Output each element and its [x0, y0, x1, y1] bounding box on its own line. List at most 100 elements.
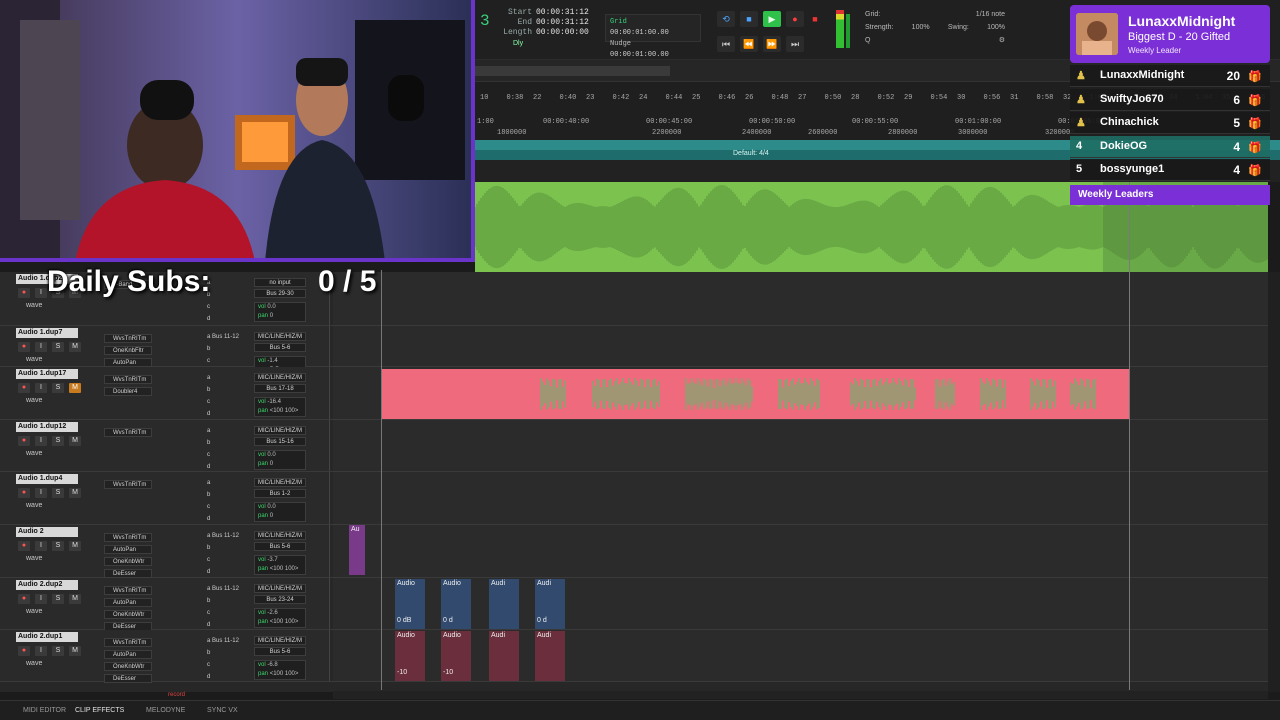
- send-slot[interactable]: a: [207, 586, 210, 592]
- track-name[interactable]: Audio 1.dup7: [16, 328, 78, 338]
- insert-slot[interactable]: AutoPan: [104, 358, 152, 367]
- strength-value[interactable]: 100%: [912, 21, 930, 34]
- bottom-tab[interactable]: SYNC VX: [207, 707, 238, 714]
- send-slot[interactable]: b: [207, 346, 210, 352]
- send-slot[interactable]: c: [207, 399, 210, 405]
- volume-pan-readout[interactable]: vol -6.8 pan <100 100>: [254, 660, 306, 680]
- track-name[interactable]: Audio 1.dup4: [16, 474, 78, 484]
- audio-clip[interactable]: Audio 0 dB: [395, 579, 425, 629]
- insert-slot[interactable]: AutoPan: [104, 650, 152, 659]
- record-arm-button[interactable]: ●: [18, 436, 30, 446]
- input-monitor-button[interactable]: I: [35, 383, 47, 393]
- output-selector[interactable]: Bus 23-24: [254, 595, 306, 604]
- audio-clip[interactable]: [381, 369, 1130, 419]
- send-slot[interactable]: c: [207, 504, 210, 510]
- grid-note-select[interactable]: 1/16 note: [976, 8, 1005, 21]
- send-bus[interactable]: Bus 11-12: [212, 638, 239, 644]
- insert-slot[interactable]: AutoPan: [104, 598, 152, 607]
- track-name[interactable]: Audio 1.dup12: [16, 422, 78, 432]
- insert-slot[interactable]: OneKnbWtr: [104, 610, 152, 619]
- send-slot[interactable]: d: [207, 316, 210, 322]
- track-lane[interactable]: Audio 0 dB Audio 0 d Audi Audi 0 d: [333, 578, 1268, 629]
- input-selector[interactable]: MIC/LINE/HIZ/M: [254, 373, 306, 382]
- send-slot[interactable]: b: [207, 545, 210, 551]
- track-view-select[interactable]: wave: [26, 660, 42, 667]
- send-slot[interactable]: d: [207, 516, 210, 522]
- input-monitor-button[interactable]: I: [35, 541, 47, 551]
- send-slot[interactable]: c: [207, 610, 210, 616]
- horizontal-scrollbar[interactable]: [333, 691, 1268, 699]
- record-arm-button[interactable]: ●: [18, 488, 30, 498]
- audio-clip[interactable]: Audio 0 d: [441, 579, 471, 629]
- mute-button[interactable]: M: [69, 436, 81, 446]
- bottom-tab[interactable]: CLIP EFFECTS: [75, 707, 124, 714]
- playhead-cursor[interactable]: [1129, 182, 1130, 690]
- audio-clip[interactable]: Audi: [535, 631, 565, 681]
- insert-slot[interactable]: WvsTnRITm: [104, 428, 152, 437]
- track-lane[interactable]: [333, 420, 1268, 471]
- volume-pan-readout[interactable]: vol -3.7 pan <100 100>: [254, 555, 306, 575]
- track-lane[interactable]: [333, 472, 1268, 524]
- length-value[interactable]: 00:00:00:00: [536, 28, 589, 37]
- volume-pan-readout[interactable]: vol 0.0 pan 0: [254, 302, 306, 322]
- track-lane[interactable]: Audio -10 Audio -10 Audi Audi: [333, 630, 1268, 681]
- volume-pan-readout[interactable]: vol 0.0 pan 0: [254, 450, 306, 470]
- solo-button[interactable]: S: [52, 436, 64, 446]
- track-lane[interactable]: [333, 272, 1268, 325]
- audio-clip[interactable]: Audi 0 d: [535, 579, 565, 629]
- track-name[interactable]: Audio 2.dup2: [16, 580, 78, 590]
- rewind-to-start-button[interactable]: ⏮: [717, 36, 735, 52]
- loop-icon[interactable]: ⟲: [717, 11, 735, 27]
- solo-button[interactable]: S: [52, 541, 64, 551]
- track-view-select[interactable]: wave: [26, 450, 42, 457]
- mute-button[interactable]: M: [69, 594, 81, 604]
- output-selector[interactable]: Bus 1-2: [254, 489, 306, 498]
- send-slot[interactable]: b: [207, 598, 210, 604]
- solo-button[interactable]: S: [52, 488, 64, 498]
- send-slot[interactable]: a: [207, 638, 210, 644]
- send-slot[interactable]: a: [207, 334, 210, 340]
- send-slot[interactable]: d: [207, 411, 210, 417]
- insert-slot[interactable]: WvsTnRITm: [104, 375, 152, 384]
- audio-clip[interactable]: Audi: [489, 579, 519, 629]
- insert-slot[interactable]: OneKnbFltr: [104, 346, 152, 355]
- send-bus[interactable]: Bus 11-12: [212, 533, 239, 539]
- output-selector[interactable]: Bus 17-18: [254, 384, 306, 393]
- input-monitor-button[interactable]: I: [35, 646, 47, 656]
- quantize-settings-icon[interactable]: ⚙: [999, 34, 1005, 47]
- send-slot[interactable]: d: [207, 464, 210, 470]
- output-selector[interactable]: Bus 5-6: [254, 542, 306, 551]
- send-slot[interactable]: c: [207, 557, 210, 563]
- record-arm-button[interactable]: ●: [18, 288, 30, 298]
- track-view-select[interactable]: wave: [26, 555, 42, 562]
- insert-slot[interactable]: Doubler4: [104, 387, 152, 396]
- insert-slot[interactable]: DeEsser: [104, 569, 152, 578]
- mute-button[interactable]: M: [69, 646, 81, 656]
- insert-slot[interactable]: WvsTnRITm: [104, 638, 152, 647]
- send-bus[interactable]: Bus 11-12: [212, 586, 239, 592]
- insert-slot[interactable]: WvsTnRITm: [104, 480, 152, 489]
- insert-slot[interactable]: WvsTnRITm: [104, 586, 152, 595]
- input-monitor-button[interactable]: I: [35, 342, 47, 352]
- bottom-tab[interactable]: MELODYNE: [146, 707, 185, 714]
- send-slot[interactable]: c: [207, 662, 210, 668]
- send-slot[interactable]: b: [207, 387, 210, 393]
- insert-slot[interactable]: OneKnbWtr: [104, 662, 152, 671]
- start-value[interactable]: 00:00:31:12: [536, 8, 589, 17]
- record-button[interactable]: ●: [786, 11, 804, 27]
- grid-value[interactable]: 00:00:01:00.00: [610, 29, 669, 37]
- track-lane[interactable]: Au: [333, 525, 1268, 577]
- insert-slot[interactable]: AutoPan: [104, 545, 152, 554]
- insert-slot[interactable]: OneKnbWtr: [104, 557, 152, 566]
- track-view-select[interactable]: wave: [26, 397, 42, 404]
- send-slot[interactable]: a: [207, 375, 210, 381]
- delay-comp-toggle[interactable]: Dly: [513, 40, 523, 47]
- mute-button[interactable]: M: [69, 541, 81, 551]
- track-name[interactable]: Audio 2.dup1: [16, 632, 78, 642]
- volume-pan-readout[interactable]: vol -16.4 pan <100 100>: [254, 397, 306, 417]
- track-view-select[interactable]: wave: [26, 608, 42, 615]
- track-view-select[interactable]: wave: [26, 502, 42, 509]
- output-selector[interactable]: Bus 5-6: [254, 343, 306, 352]
- audio-clip[interactable]: Audio -10: [441, 631, 471, 681]
- track-view-select[interactable]: wave: [26, 356, 42, 363]
